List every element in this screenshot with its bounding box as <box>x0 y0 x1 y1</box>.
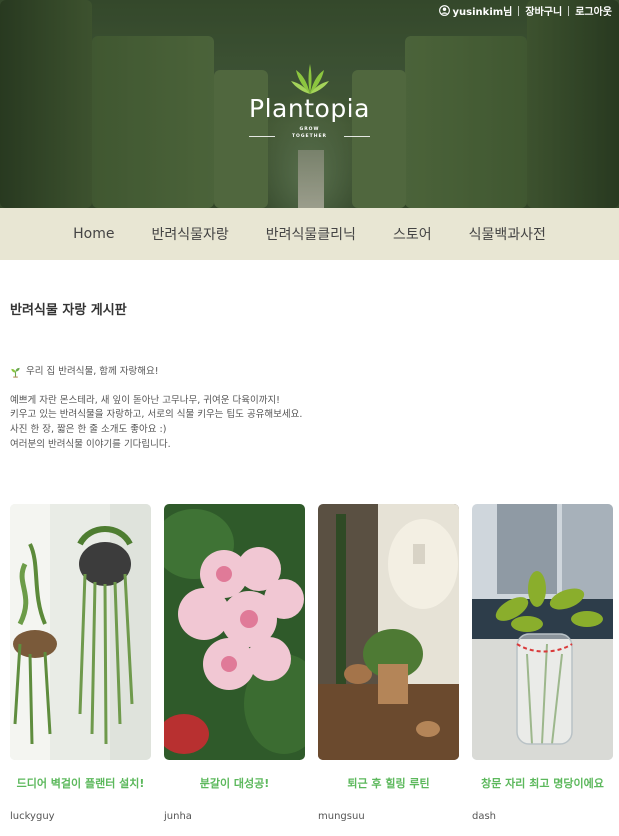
nav-item-home[interactable]: Home <box>73 226 114 242</box>
post-card[interactable]: 드디어 벽걸이 플랜터 설치! luckyguy <box>10 504 151 822</box>
intro-headline: 우리 집 반려식물, 함께 자랑해요! <box>10 365 610 380</box>
cart-link[interactable]: 장바구니 <box>525 3 562 18</box>
post-photo[interactable] <box>164 504 305 760</box>
post-author: luckyguy <box>10 811 55 822</box>
logo-rule-left <box>249 136 275 137</box>
post-card[interactable]: 퇴근 후 힐링 루틴 mungsuu <box>318 504 459 822</box>
window-jar-plant-photo <box>472 504 613 760</box>
user-menu: yusinkim님 장바구니 로그아웃 <box>438 3 612 18</box>
user-account[interactable]: yusinkim님 <box>438 3 513 18</box>
post-card[interactable]: 창문 자리 최고 명당이에요 dash <box>472 504 613 822</box>
nav-item-store[interactable]: 스토어 <box>393 224 432 244</box>
logo-text: Plantopia <box>249 94 370 123</box>
logo-tagline-line-2: TOGETHER <box>291 133 328 139</box>
user-name: yusinkim님 <box>452 7 513 18</box>
intro-headline-text: 우리 집 반려식물, 함께 자랑해요! <box>26 366 159 377</box>
nav-item-plant-clinic[interactable]: 반려식물클리닉 <box>266 224 356 244</box>
intro-line: 사진 한 장, 짧은 한 줄 소개도 좋아요 :) <box>10 424 167 436</box>
intro-line: 여러분의 반려식물 이야기를 기다립니다. <box>10 438 171 450</box>
sprout-icon <box>11 367 20 378</box>
hero-banner: yusinkim님 장바구니 로그아웃 Plantopia GROW TOGET… <box>0 0 619 208</box>
nav-item-plant-showcase[interactable]: 반려식물자랑 <box>151 224 228 244</box>
post-title[interactable]: 창문 자리 최고 명당이에요 <box>472 775 613 791</box>
board-intro: 우리 집 반려식물, 함께 자랑해요! 예쁘게 자란 몬스테라, 새 잎이 돋아… <box>10 365 610 453</box>
logout-link[interactable]: 로그아웃 <box>575 3 612 18</box>
logo-rule-right <box>344 136 370 137</box>
logo-tagline-line-1: GROW <box>299 127 320 132</box>
post-photo[interactable] <box>10 504 151 760</box>
intro-line: 예쁘게 자란 몬스테라, 새 잎이 돋아난 고무나무, 귀여운 다육이까지! <box>10 394 280 406</box>
post-title[interactable]: 분갈이 대성공! <box>164 775 305 791</box>
divider <box>568 5 570 16</box>
hanging-planter-photo <box>10 504 151 760</box>
post-author: junha <box>164 811 192 822</box>
post-author: dash <box>472 811 497 822</box>
leaf-logo-icon <box>290 64 329 94</box>
post-author: mungsuu <box>318 811 365 822</box>
post-card[interactable]: 분갈이 대성공! junha <box>164 504 305 822</box>
site-logo[interactable]: Plantopia GROW TOGETHER <box>0 62 619 141</box>
post-photo[interactable] <box>472 504 613 760</box>
nav-item-plant-encyclopedia[interactable]: 식물백과사전 <box>469 224 546 244</box>
user-icon <box>438 5 450 16</box>
post-title[interactable]: 퇴근 후 힐링 루틴 <box>318 775 459 791</box>
divider <box>518 5 520 16</box>
intro-line: 키우고 있는 반려식물을 자랑하고, 서로의 식물 키우는 팁도 공유해보세요. <box>10 409 303 421</box>
page-title: 반려식물 자랑 게시판 <box>10 303 127 318</box>
post-title[interactable]: 드디어 벽걸이 플랜터 설치! <box>10 775 151 791</box>
post-grid: 드디어 벽걸이 플랜터 설치! luckyguy 분갈이 대성공! junha … <box>10 504 613 836</box>
geranium-photo <box>164 504 305 760</box>
logo-tagline: GROW TOGETHER <box>0 127 619 141</box>
post-photo[interactable] <box>318 504 459 760</box>
main-nav: Home 반려식물자랑 반려식물클리닉 스토어 식물백과사전 <box>0 208 619 260</box>
evening-plants-photo <box>318 504 459 760</box>
